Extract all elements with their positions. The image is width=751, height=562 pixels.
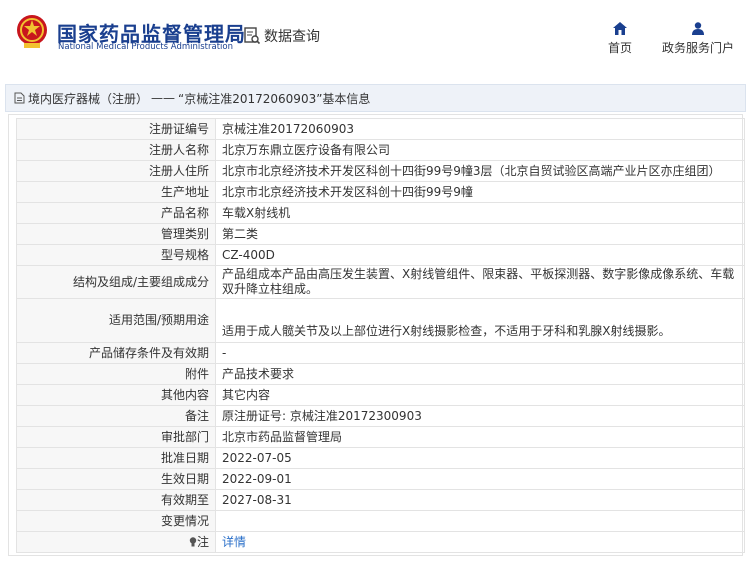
nav-home-label: 首页 — [607, 41, 632, 55]
document-search-icon — [244, 27, 260, 45]
field-value: 车载X射线机 — [215, 202, 745, 224]
table-row: 注册人住所 北京市北京经济技术开发区科创十四街99号9幢3层（北京自贸试验区高端产… — [16, 160, 745, 182]
field-value: 其它内容 — [215, 384, 745, 406]
table-row: 结构及组成/主要组成成分 产品组成本产品由高压发生装置、X射线管组件、限束器、平板… — [16, 265, 745, 299]
field-label: 批准日期 — [16, 447, 216, 469]
field-value: 北京市药品监督管理局 — [215, 426, 745, 448]
table-row: 变更情况 — [16, 510, 745, 532]
field-value: 产品组成本产品由高压发生装置、X射线管组件、限束器、平板探测器、数字影像成像系统… — [215, 265, 745, 299]
field-label: 生效日期 — [16, 468, 216, 490]
field-value: CZ-400D — [215, 244, 745, 266]
table-row: 管理类别 第二类 — [16, 223, 745, 245]
field-value: 原注册证号: 京械注准20172300903 — [215, 405, 745, 427]
note-key-cell: 注 — [16, 531, 216, 553]
field-value: 京械注准20172060903 — [215, 118, 745, 140]
bulb-icon — [189, 536, 197, 546]
field-label: 注册人名称 — [16, 139, 216, 161]
field-label: 适用范围/预期用途 — [16, 298, 216, 343]
table-row: 生产地址 北京市北京经济技术开发区科创十四街99号9幢 — [16, 181, 745, 203]
field-label: 注册证编号 — [16, 118, 216, 140]
table-row: 产品储存条件及有效期 - — [16, 342, 745, 364]
details-link[interactable]: 详情 — [222, 535, 246, 549]
table-row: 型号规格 CZ-400D — [16, 244, 745, 266]
field-value: 北京万东鼎立医疗设备有限公司 — [215, 139, 745, 161]
field-value: 第二类 — [215, 223, 745, 245]
note-key: 注 — [196, 534, 209, 549]
field-label: 注册人住所 — [16, 160, 216, 182]
nav-government-services-label: 政务服务门户 — [661, 41, 734, 55]
field-value: 产品技术要求 — [215, 363, 745, 385]
table-row: 审批部门 北京市药品监督管理局 — [16, 426, 745, 448]
table-row: 注册证编号 京械注准20172060903 — [16, 118, 745, 140]
field-value: 2022-09-01 — [215, 468, 745, 490]
field-label: 型号规格 — [16, 244, 216, 266]
user-icon — [692, 22, 704, 35]
field-label: 变更情况 — [16, 510, 216, 532]
breadcrumb: 境内医疗器械（注册） —— “京械注准20172060903”基本信息 — [5, 84, 746, 112]
field-label: 附件 — [16, 363, 216, 385]
device-detail-table: 注册证编号 京械注准20172060903 注册人名称 北京万东鼎立医疗设备有限公司注… — [16, 118, 745, 553]
table-row: 其他内容 其它内容 — [16, 384, 745, 406]
national-emblem-icon — [17, 15, 47, 48]
field-value: 2022-07-05 — [215, 447, 745, 469]
note-value-cell: 详情 — [215, 531, 745, 553]
nav-government-services[interactable]: 政务服务门户 — [658, 22, 738, 56]
field-label: 审批部门 — [16, 426, 216, 448]
field-label: 其他内容 — [16, 384, 216, 406]
table-row: 生效日期 2022-09-01 — [16, 468, 745, 490]
field-label: 有效期至 — [16, 489, 216, 511]
home-icon — [613, 22, 627, 35]
field-value: - — [215, 342, 745, 364]
table-row: 备注 原注册证号: 京械注准20172300903 — [16, 405, 745, 427]
table-row: 注册人名称 北京万东鼎立医疗设备有限公司 — [16, 139, 745, 161]
field-value: 北京市北京经济技术开发区科创十四街99号9幢 — [215, 181, 745, 203]
field-value: 2027-08-31 — [215, 489, 745, 511]
field-value — [215, 510, 745, 532]
data-query-label: 数据查询 — [264, 29, 320, 45]
field-label: 产品名称 — [16, 202, 216, 224]
field-label: 产品储存条件及有效期 — [16, 342, 216, 364]
breadcrumb-separator: —— — [151, 91, 176, 105]
table-row: 产品名称 车载X射线机 — [16, 202, 745, 224]
site-header: 国家药品监督管理局 National Medical Products Admi… — [0, 0, 751, 78]
field-value: 北京市北京经济技术开发区科创十四街99号9幢3层（北京自贸试验区高端产业片区亦庄… — [215, 160, 745, 182]
field-label: 生产地址 — [16, 181, 216, 203]
table-row: 有效期至 2027-08-31 — [16, 489, 745, 511]
table-row: 适用范围/预期用途 适用于成人髋关节及以上部位进行X射线摄影检查，不适用于牙科和乳… — [16, 298, 745, 343]
breadcrumb-category[interactable]: 境内医疗器械（注册） — [28, 90, 148, 107]
table-row-note: 注 详情 — [16, 531, 745, 553]
field-label: 管理类别 — [16, 223, 216, 245]
field-label: 结构及组成/主要组成成分 — [16, 265, 216, 299]
nav-home[interactable]: 首页 — [606, 22, 634, 56]
field-label: 备注 — [16, 405, 216, 427]
data-query-link[interactable]: 数据查询 — [244, 26, 320, 46]
table-row: 批准日期 2022-07-05 — [16, 447, 745, 469]
site-title-en[interactable]: National Medical Products Administration — [58, 42, 233, 52]
document-icon — [14, 92, 25, 104]
table-row: 附件 产品技术要求 — [16, 363, 745, 385]
breadcrumb-current: “京械注准20172060903”基本信息 — [178, 91, 371, 106]
field-value: 适用于成人髋关节及以上部位进行X射线摄影检查，不适用于牙科和乳腺X射线摄影。 — [215, 298, 745, 343]
